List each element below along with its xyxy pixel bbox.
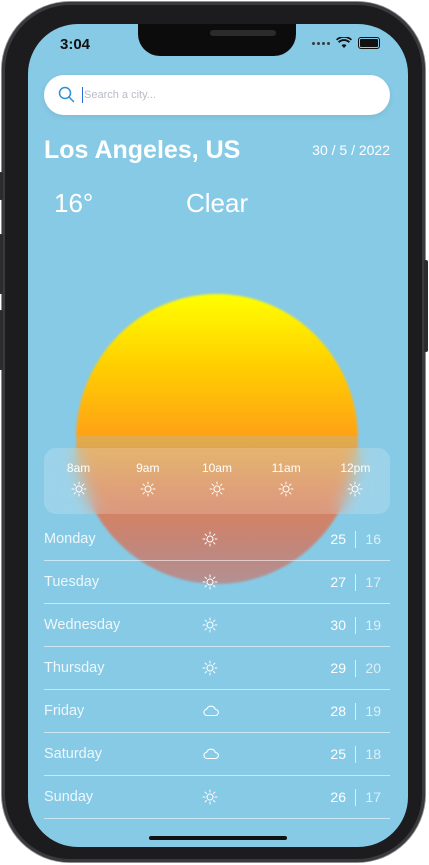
max-temperature: 28 xyxy=(330,703,346,719)
search-icon xyxy=(58,86,75,103)
phone-frame: 3:04 Los Angeles, US 30 / 5 / 2022 16° C… xyxy=(0,2,428,862)
text-caret xyxy=(82,87,83,103)
min-temperature: 19 xyxy=(365,617,381,633)
divider xyxy=(355,531,356,548)
city-name: Los Angeles, US xyxy=(44,136,241,164)
status-icons xyxy=(312,37,380,49)
day-name: Friday xyxy=(44,703,85,719)
hourly-item: 12pm xyxy=(325,461,385,502)
max-temperature: 27 xyxy=(330,574,346,590)
min-temperature: 19 xyxy=(365,703,381,719)
min-temperature: 20 xyxy=(365,660,381,676)
hourly-time: 12pm xyxy=(340,460,371,475)
daily-row[interactable]: Sunday 26 17 xyxy=(44,776,390,819)
hourly-time: 8am xyxy=(66,460,91,475)
daily-row[interactable]: Tuesday 27 17 xyxy=(44,561,390,604)
daily-row[interactable]: Monday 25 16 xyxy=(44,518,390,561)
min-temperature: 17 xyxy=(365,789,381,805)
daily-row[interactable]: Thursday 29 20 xyxy=(44,647,390,690)
divider xyxy=(355,574,356,591)
sun-icon xyxy=(202,617,218,638)
min-temperature: 17 xyxy=(365,574,381,590)
volume-up-button xyxy=(0,234,3,294)
sun-icon xyxy=(278,481,294,501)
divider xyxy=(355,746,356,763)
status-time: 3:04 xyxy=(60,36,91,53)
day-name: Wednesday xyxy=(44,617,121,633)
daily-forecast: Monday 25 16 Tuesday 27 17 Wednesday 30 … xyxy=(44,518,390,819)
max-temperature: 29 xyxy=(330,660,346,676)
day-name: Monday xyxy=(44,531,96,547)
hourly-item: 9am xyxy=(118,461,178,502)
sun-icon xyxy=(71,481,87,501)
sun-icon xyxy=(202,660,218,681)
hourly-time: 9am xyxy=(136,460,160,475)
hourly-item: 11am xyxy=(256,461,316,502)
notch xyxy=(138,24,296,56)
divider xyxy=(355,660,356,677)
battery-icon xyxy=(358,37,380,49)
min-temperature: 18 xyxy=(365,746,381,762)
search-input[interactable] xyxy=(84,85,364,105)
current-condition: Clear xyxy=(186,188,249,218)
max-temperature: 30 xyxy=(330,617,346,633)
home-indicator[interactable] xyxy=(149,836,287,840)
wifi-icon xyxy=(336,37,352,48)
divider xyxy=(355,703,356,720)
min-temperature: 16 xyxy=(365,531,381,547)
sun-icon xyxy=(202,789,218,810)
divider xyxy=(355,617,356,634)
max-temperature: 26 xyxy=(330,789,346,805)
hourly-time: 10am xyxy=(201,460,232,475)
power-button xyxy=(424,260,428,352)
day-name: Thursday xyxy=(44,660,105,676)
sun-icon xyxy=(209,481,225,501)
day-name: Saturday xyxy=(44,746,103,762)
max-temperature: 25 xyxy=(330,746,346,762)
sun-icon xyxy=(140,481,156,501)
divider xyxy=(355,789,356,806)
current-temperature: 16° xyxy=(54,188,94,218)
hourly-time: 11am xyxy=(271,460,301,475)
hourly-item: 8am xyxy=(49,461,109,502)
app-screen: 3:04 Los Angeles, US 30 / 5 / 2022 16° C… xyxy=(28,24,408,847)
sun-icon xyxy=(202,531,218,552)
daily-row[interactable]: Friday 28 19 xyxy=(44,690,390,733)
volume-down-button xyxy=(0,310,3,370)
max-temperature: 25 xyxy=(330,531,346,547)
mute-switch xyxy=(0,172,3,200)
sun-icon xyxy=(347,481,363,501)
cloud-icon xyxy=(202,703,220,722)
current-date: 30 / 5 / 2022 xyxy=(312,142,390,158)
daily-row[interactable]: Saturday 25 18 xyxy=(44,733,390,776)
search-bar[interactable] xyxy=(44,75,390,115)
hourly-item: 10am xyxy=(187,461,247,502)
daily-row[interactable]: Wednesday 30 19 xyxy=(44,604,390,647)
day-name: Tuesday xyxy=(44,574,100,590)
sun-icon xyxy=(202,574,218,595)
day-name: Sunday xyxy=(44,789,94,805)
hourly-forecast: 8am 9am 10am 11am 12pm xyxy=(44,448,390,514)
cloud-icon xyxy=(202,746,220,765)
speaker xyxy=(210,30,276,36)
signal-icon xyxy=(312,41,330,45)
